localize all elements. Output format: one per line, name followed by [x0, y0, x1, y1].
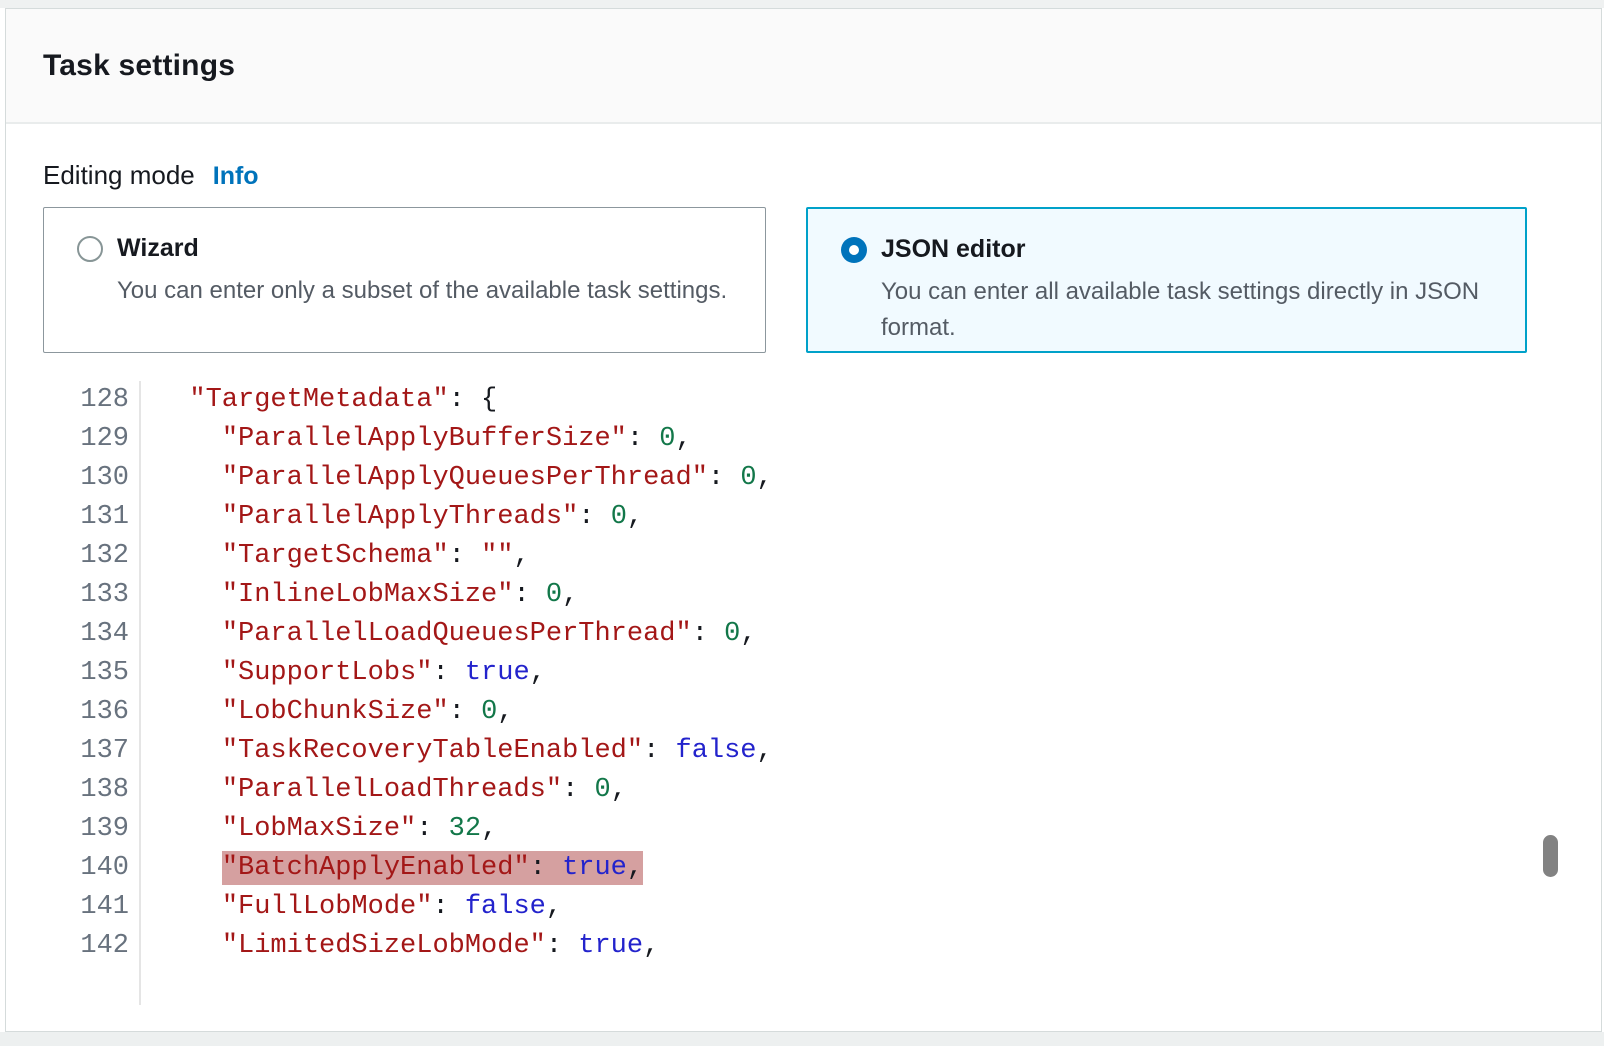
line-number: 132 — [43, 537, 139, 576]
tile-json-editor[interactable]: JSON editor You can enter all available … — [806, 207, 1527, 353]
line-number: 128 — [43, 381, 139, 420]
code-line[interactable]: 139 "LobMaxSize": 32, — [43, 810, 1601, 849]
line-number: 133 — [43, 576, 139, 615]
line-number: 137 — [43, 732, 139, 771]
scrollbar-thumb[interactable] — [1543, 835, 1558, 877]
line-number: 142 — [43, 927, 139, 966]
code-line-content[interactable]: "ParallelLoadThreads": 0, — [139, 771, 627, 810]
code-line[interactable]: 133 "InlineLobMaxSize": 0, — [43, 576, 1601, 615]
code-line-content[interactable]: "TargetSchema": "", — [139, 537, 530, 576]
tile-json-editor-top: JSON editor — [841, 235, 1495, 264]
code-line[interactable]: 129 "ParallelApplyBufferSize": 0, — [43, 420, 1601, 459]
page-title: Task settings — [43, 49, 235, 83]
radio-unchecked-icon[interactable] — [77, 236, 103, 262]
editing-mode-label: Editing mode — [43, 160, 195, 191]
line-number — [43, 966, 139, 1005]
line-number: 135 — [43, 654, 139, 693]
code-line[interactable]: 131 "ParallelApplyThreads": 0, — [43, 498, 1601, 537]
code-line[interactable]: 135 "SupportLobs": true, — [43, 654, 1601, 693]
page-top-strip — [0, 0, 1604, 8]
code-line-content[interactable]: "LobMaxSize": 32, — [139, 810, 497, 849]
panel-body: Editing mode Info Wizard You can enter o… — [6, 124, 1601, 1005]
line-number: 139 — [43, 810, 139, 849]
editing-mode-row: Editing mode Info — [43, 160, 1601, 191]
page-bottom-strip — [0, 1032, 1604, 1046]
code-line[interactable] — [43, 966, 1601, 1005]
task-settings-panel: Task settings Editing mode Info Wizard Y… — [5, 8, 1602, 1032]
code-line[interactable]: 140 "BatchApplyEnabled": true, — [43, 849, 1601, 888]
search-highlight: "BatchApplyEnabled": true, — [222, 853, 643, 883]
code-line[interactable]: 130 "ParallelApplyQueuesPerThread": 0, — [43, 459, 1601, 498]
line-number: 140 — [43, 849, 139, 888]
tile-wizard[interactable]: Wizard You can enter only a subset of th… — [43, 207, 766, 353]
radio-checked-icon[interactable] — [841, 237, 867, 263]
code-line-content[interactable]: "FullLobMode": false, — [139, 888, 562, 927]
tile-wizard-description: You can enter only a subset of the avail… — [117, 273, 735, 309]
json-editor-code[interactable]: 128 "TargetMetadata": {129 "ParallelAppl… — [43, 381, 1601, 1005]
code-line[interactable]: 128 "TargetMetadata": { — [43, 381, 1601, 420]
code-line[interactable]: 137 "TaskRecoveryTableEnabled": false, — [43, 732, 1601, 771]
code-line[interactable]: 138 "ParallelLoadThreads": 0, — [43, 771, 1601, 810]
code-line-content[interactable]: "LobChunkSize": 0, — [139, 693, 513, 732]
code-line-content[interactable]: "InlineLobMaxSize": 0, — [139, 576, 578, 615]
line-number: 131 — [43, 498, 139, 537]
panel-header: Task settings — [6, 9, 1601, 124]
code-line-content[interactable]: "TaskRecoveryTableEnabled": false, — [139, 732, 773, 771]
line-number: 141 — [43, 888, 139, 927]
code-line-content[interactable]: "ParallelApplyThreads": 0, — [139, 498, 643, 537]
code-line[interactable]: 134 "ParallelLoadQueuesPerThread": 0, — [43, 615, 1601, 654]
line-number: 134 — [43, 615, 139, 654]
line-number: 138 — [43, 771, 139, 810]
tile-json-editor-description: You can enter all available task setting… — [881, 274, 1495, 346]
line-number: 129 — [43, 420, 139, 459]
editing-mode-tiles: Wizard You can enter only a subset of th… — [43, 207, 1601, 353]
code-line[interactable]: 132 "TargetSchema": "", — [43, 537, 1601, 576]
code-line[interactable]: 136 "LobChunkSize": 0, — [43, 693, 1601, 732]
tile-wizard-top: Wizard — [77, 234, 735, 263]
code-lines: 128 "TargetMetadata": {129 "ParallelAppl… — [43, 381, 1601, 1005]
code-line-content[interactable] — [139, 966, 157, 1005]
info-link[interactable]: Info — [213, 162, 259, 191]
tile-json-editor-title: JSON editor — [881, 235, 1025, 264]
code-line-content[interactable]: "ParallelLoadQueuesPerThread": 0, — [139, 615, 757, 654]
code-line-content[interactable]: "LimitedSizeLobMode": true, — [139, 927, 659, 966]
line-number: 130 — [43, 459, 139, 498]
code-line-content[interactable]: "ParallelApplyBufferSize": 0, — [139, 420, 692, 459]
code-line[interactable]: 142 "LimitedSizeLobMode": true, — [43, 927, 1601, 966]
line-number: 136 — [43, 693, 139, 732]
code-line-content[interactable]: "BatchApplyEnabled": true, — [139, 849, 643, 888]
tile-wizard-title: Wizard — [117, 234, 199, 263]
code-line-content[interactable]: "ParallelApplyQueuesPerThread": 0, — [139, 459, 773, 498]
code-line-content[interactable]: "SupportLobs": true, — [139, 654, 546, 693]
code-line-content[interactable]: "TargetMetadata": { — [139, 381, 497, 420]
code-line[interactable]: 141 "FullLobMode": false, — [43, 888, 1601, 927]
